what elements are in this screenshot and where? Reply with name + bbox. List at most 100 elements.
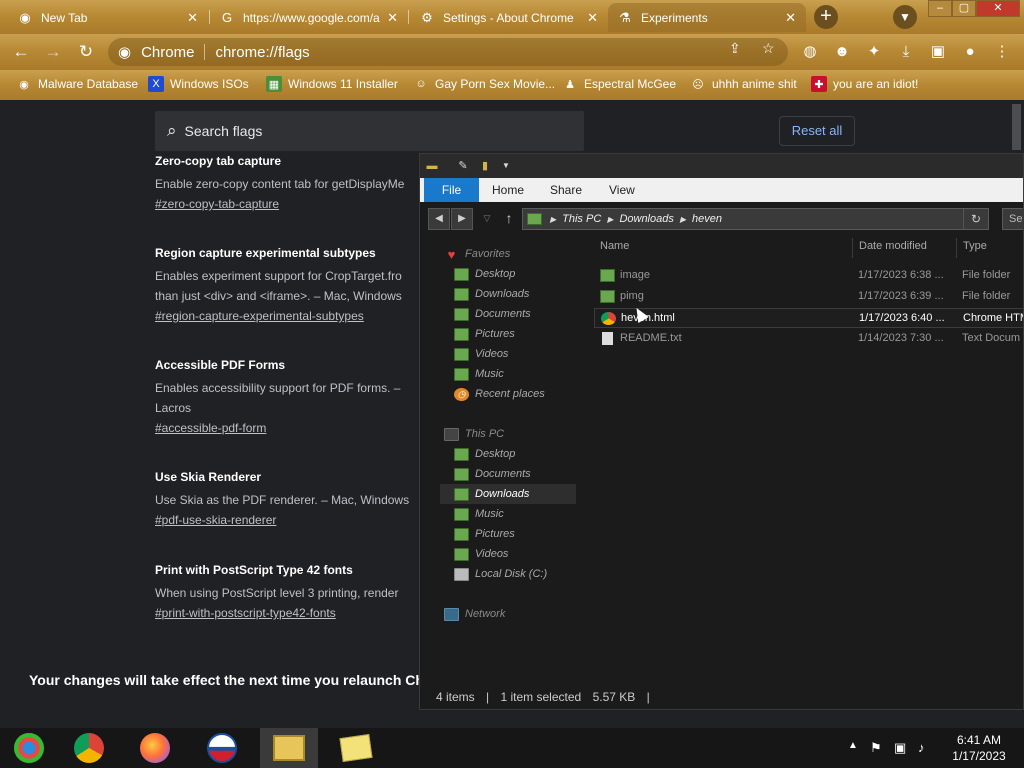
column-header-name[interactable]: Name [600, 240, 629, 252]
tab-file[interactable]: File [424, 178, 479, 202]
tab-home[interactable]: Home [480, 178, 536, 202]
nav-label: Downloads [475, 488, 530, 500]
nav-favorites[interactable]: ♥ Favorites [444, 244, 614, 264]
path-segment[interactable]: Downloads [619, 213, 673, 225]
drive-icon [454, 567, 469, 581]
nav-this-pc[interactable]: This PC [444, 424, 614, 444]
taskbar-file-explorer[interactable] [260, 728, 318, 768]
tab-share[interactable]: Share [538, 178, 594, 202]
explorer-search-input[interactable]: Sea [1002, 208, 1023, 230]
site-chip[interactable]: ◉ Chrome [118, 43, 194, 62]
flag-link[interactable]: #region-capture-experimental-subtypes [155, 306, 425, 326]
column-divider[interactable] [852, 238, 853, 258]
downloads-folder-icon [454, 487, 469, 501]
system-clock[interactable]: 6:41 AM 1/17/2023 [946, 732, 1012, 764]
reload-icon[interactable]: ↻ [75, 41, 97, 63]
extension-flag-icon[interactable]: ◍ [800, 42, 820, 62]
search-flags-input[interactable]: ⌕ Search flags [155, 111, 584, 151]
bookmark-item[interactable]: ▦ Windows 11 Installer [266, 76, 398, 92]
column-divider[interactable] [956, 238, 957, 258]
back-arrow-icon[interactable]: ← [10, 41, 32, 63]
share-icon[interactable]: ⇪ [729, 40, 741, 57]
maximize-button[interactable]: ▢ [952, 0, 976, 17]
close-icon[interactable]: ✕ [785, 10, 796, 26]
download-icon[interactable]: ⤓ [896, 42, 916, 62]
close-icon[interactable]: ✕ [587, 10, 598, 26]
forward-arrow-icon[interactable]: ▶ [451, 208, 473, 230]
extension-avatar-icon[interactable]: ☻ [832, 42, 852, 62]
puzzle-icon[interactable]: ✦ [864, 42, 884, 62]
url-text[interactable]: chrome://flags [215, 44, 309, 61]
star-icon[interactable]: ☆ [762, 40, 775, 57]
reset-all-button[interactable]: Reset all [779, 116, 855, 146]
address-bar[interactable]: ◉ Chrome chrome://flags [108, 38, 788, 66]
taskbar-app-logo[interactable] [193, 728, 251, 768]
bookmark-item[interactable]: X Windows ISOs [148, 76, 249, 92]
forward-arrow-icon[interactable]: → [42, 41, 64, 63]
explorer-address-bar[interactable]: ▶ This PC ▶ Downloads ▶ heven [522, 208, 989, 230]
tab-search-button[interactable]: ▼ [893, 5, 917, 29]
back-arrow-icon[interactable]: ◀ [428, 208, 450, 230]
path-segment[interactable]: heven [692, 213, 722, 225]
tab-view[interactable]: View [597, 178, 647, 202]
new-folder-icon[interactable]: ▮ [477, 158, 493, 174]
taskbar-chrome[interactable] [60, 728, 118, 768]
refresh-icon[interactable]: ↻ [963, 209, 988, 229]
bookmark-item[interactable]: ✚ you are an idiot! [811, 76, 918, 92]
close-icon[interactable]: ✕ [387, 10, 398, 26]
tab-strip: ◉ New Tab ✕ G https://www.google.com/a ✕… [0, 0, 1024, 34]
flag-link[interactable]: #pdf-use-skia-renderer [155, 510, 425, 530]
tab-settings[interactable]: ⚙ Settings - About Chrome ✕ [410, 3, 608, 32]
close-icon[interactable]: ✕ [187, 10, 198, 26]
menu-dots-icon[interactable]: ⋮ [992, 42, 1012, 62]
chevron-right-icon[interactable]: ▶ [550, 215, 556, 224]
network-icon[interactable]: ▣ [894, 740, 906, 756]
taskbar-sticky-notes[interactable] [327, 728, 385, 768]
up-arrow-icon[interactable]: ↑ [498, 208, 520, 230]
bookmark-item[interactable]: ☹ uhhh anime shit [690, 76, 796, 92]
chevron-up-icon[interactable]: ▲ [848, 740, 858, 751]
flag-description: than just <div> and <iframe>. – Mac, Win… [155, 289, 402, 303]
start-button[interactable] [0, 728, 58, 768]
bookmark-item[interactable]: ◉ Malware Database [16, 76, 138, 92]
file-row[interactable]: image 1/17/2023 6:38 ... File folder [594, 266, 1023, 286]
bookmark-item[interactable]: ♟ Espectral McGee [562, 76, 676, 92]
column-header-date[interactable]: Date modified [859, 240, 927, 252]
tab-google[interactable]: G https://www.google.com/a ✕ [210, 3, 408, 32]
column-header-type[interactable]: Type [963, 240, 987, 252]
minimize-button[interactable]: – [928, 0, 952, 17]
profile-icon[interactable]: ● [960, 42, 980, 62]
tab-new-tab[interactable]: ◉ New Tab ✕ [8, 3, 208, 32]
side-panel-icon[interactable]: ▣ [928, 42, 948, 62]
union-flag-icon: ✚ [811, 76, 827, 92]
flag-icon[interactable]: ⚑ [870, 740, 882, 756]
tab-experiments[interactable]: ⚗ Experiments ✕ [608, 3, 806, 32]
scrollbar-thumb[interactable] [1012, 104, 1021, 150]
bookmark-label: Windows 11 Installer [288, 77, 398, 91]
file-row[interactable]: pimg 1/17/2023 6:39 ... File folder [594, 287, 1023, 307]
properties-icon[interactable]: ✎ [455, 158, 471, 174]
taskbar-firefox[interactable] [126, 728, 184, 768]
file-row[interactable]: README.txt 1/14/2023 7:30 ... Text Docum [594, 329, 1023, 349]
nav-network[interactable]: Network [444, 604, 614, 624]
flag-title: Use Skia Renderer [155, 470, 262, 484]
desktop-icon [454, 267, 469, 281]
file-name: README.txt [620, 332, 682, 344]
flag-link[interactable]: #zero-copy-tab-capture [155, 194, 425, 214]
chevron-right-icon[interactable]: ▶ [607, 215, 613, 224]
recent-locations-icon[interactable]: ▽ [476, 208, 498, 230]
nav-item-downloads-selected[interactable]: Downloads [440, 484, 576, 504]
chevron-right-icon[interactable]: ▶ [680, 215, 686, 224]
flag-link[interactable]: #print-with-postscript-type42-fonts [155, 603, 425, 623]
file-row-selected[interactable]: heven.html 1/17/2023 6:40 ... Chrome HTM [594, 308, 1023, 328]
path-segment[interactable]: This PC [562, 213, 601, 225]
chevron-down-icon[interactable]: ▼ [498, 158, 514, 174]
folder-icon [527, 213, 542, 225]
bookmark-item[interactable]: ☺ Gay Porn Sex Movie... [413, 76, 555, 92]
close-window-button[interactable]: ✕ [976, 0, 1020, 17]
volume-icon[interactable]: ♪ [918, 740, 925, 755]
new-tab-button[interactable]: + [814, 5, 838, 29]
flag-link[interactable]: #accessible-pdf-form [155, 418, 425, 438]
gear-icon: ⚙ [421, 9, 433, 25]
nav-label: Network [465, 608, 506, 620]
